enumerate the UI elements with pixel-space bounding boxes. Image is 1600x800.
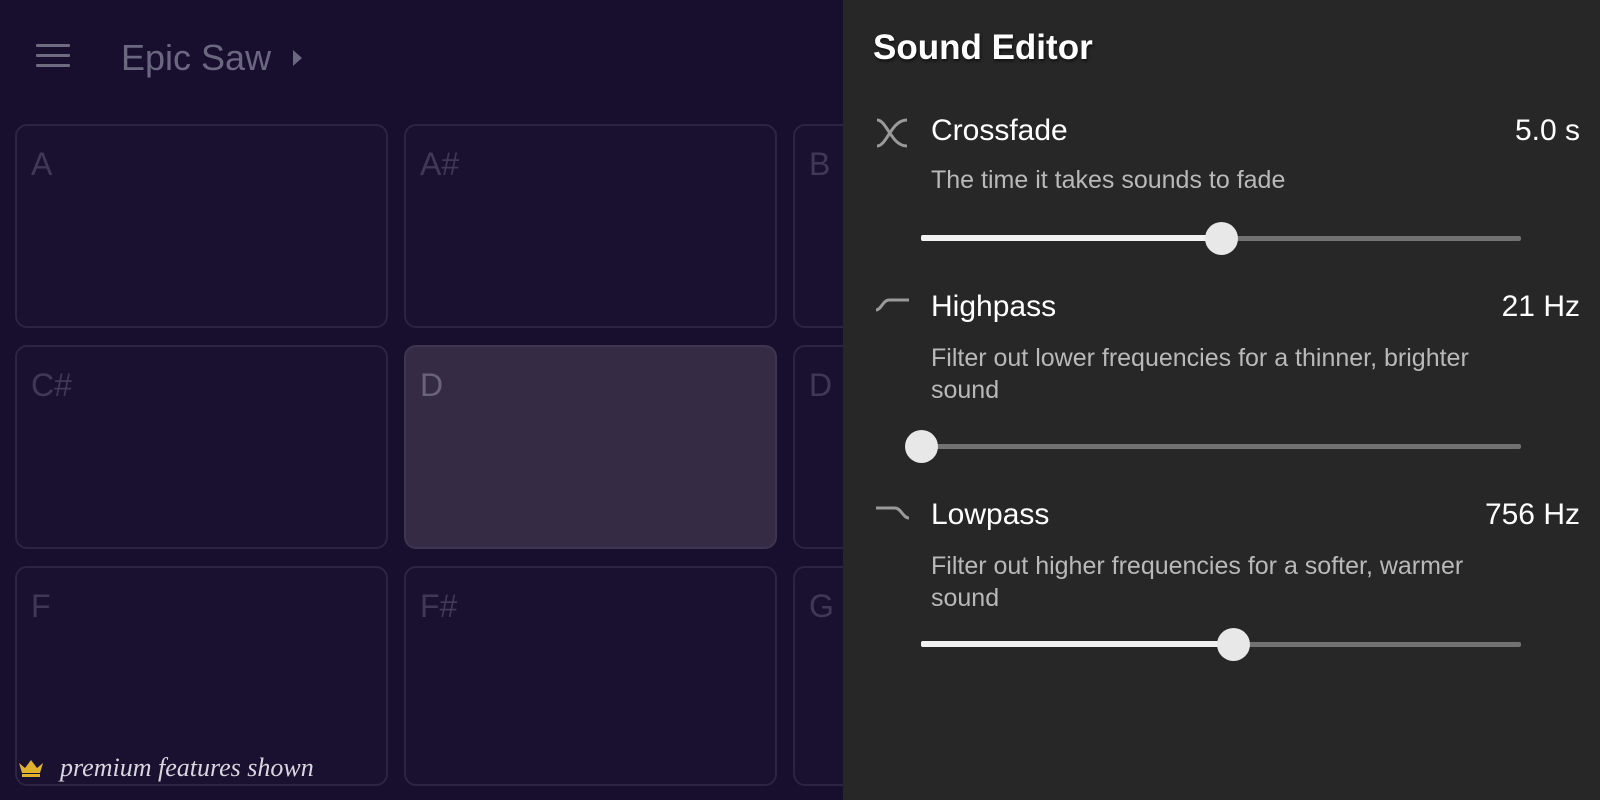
lowpass-slider[interactable] bbox=[921, 624, 1521, 664]
setting-value: 21 Hz bbox=[1501, 290, 1580, 323]
lowpass-icon bbox=[876, 506, 910, 520]
pad-label: A bbox=[31, 146, 53, 182]
pad-g[interactable]: G bbox=[793, 566, 843, 786]
crossfade-slider[interactable] bbox=[921, 218, 1521, 258]
pad-f-sharp[interactable]: F# bbox=[404, 566, 777, 786]
pad-label: G bbox=[809, 588, 834, 624]
pad-label: F bbox=[31, 588, 51, 624]
pad-label: D bbox=[420, 367, 444, 403]
pad-label: F# bbox=[420, 588, 458, 624]
sound-editor-panel: Sound Editor Crossfade 5.0 s The time it… bbox=[843, 0, 1600, 800]
pad-c-sharp[interactable]: C# bbox=[15, 345, 388, 549]
lowpass-setting: Lowpass 756 Hz Filter out higher frequen… bbox=[843, 498, 1600, 678]
setting-name: Lowpass bbox=[931, 498, 1050, 531]
menu-icon[interactable] bbox=[30, 38, 76, 78]
slider-fill bbox=[921, 641, 1233, 647]
top-bar: Epic Saw bbox=[0, 0, 843, 115]
crown-icon bbox=[19, 760, 43, 777]
pad-d-sharp[interactable]: D bbox=[793, 345, 843, 549]
slider-thumb[interactable] bbox=[905, 430, 938, 463]
chevron-right-icon bbox=[293, 50, 303, 66]
pad-a[interactable]: A bbox=[15, 124, 388, 328]
setting-description: Filter out higher frequencies for a soft… bbox=[931, 552, 1464, 612]
pad-label: C# bbox=[31, 367, 72, 403]
pad-label: A# bbox=[420, 146, 460, 182]
slider-thumb[interactable] bbox=[1217, 628, 1250, 661]
pad-a-sharp[interactable]: A# bbox=[404, 124, 777, 328]
crossfade-icon bbox=[876, 118, 908, 148]
crossfade-setting: Crossfade 5.0 s The time it takes sounds… bbox=[843, 114, 1600, 264]
setting-name: Crossfade bbox=[931, 114, 1068, 147]
premium-text: premium features shown bbox=[60, 753, 314, 782]
premium-banner: premium features shown bbox=[18, 752, 314, 784]
setting-value: 756 Hz bbox=[1484, 498, 1580, 531]
editor-title: Sound Editor bbox=[873, 28, 1093, 67]
preset-name: Epic Saw bbox=[121, 37, 272, 78]
highpass-slider[interactable] bbox=[905, 426, 1521, 466]
slider-thumb[interactable] bbox=[1205, 222, 1238, 255]
pad-label: D bbox=[809, 367, 833, 403]
slider-track bbox=[921, 444, 1521, 449]
highpass-setting: Highpass 21 Hz Filter out lower frequenc… bbox=[843, 290, 1600, 470]
pad-area: Epic Saw A A# B C# D D F F# G premium fe… bbox=[0, 0, 843, 800]
preset-selector[interactable]: Epic Saw bbox=[121, 34, 303, 82]
pad-b[interactable]: B bbox=[793, 124, 843, 328]
pad-label: B bbox=[809, 146, 831, 182]
slider-fill bbox=[921, 235, 1221, 241]
setting-name: Highpass bbox=[931, 290, 1057, 323]
pad-d-active[interactable]: D bbox=[404, 345, 777, 549]
setting-value: 5.0 s bbox=[1514, 114, 1580, 147]
setting-description: Filter out lower frequencies for a thinn… bbox=[931, 344, 1469, 404]
highpass-icon bbox=[875, 298, 909, 312]
setting-description: The time it takes sounds to fade bbox=[931, 166, 1286, 194]
